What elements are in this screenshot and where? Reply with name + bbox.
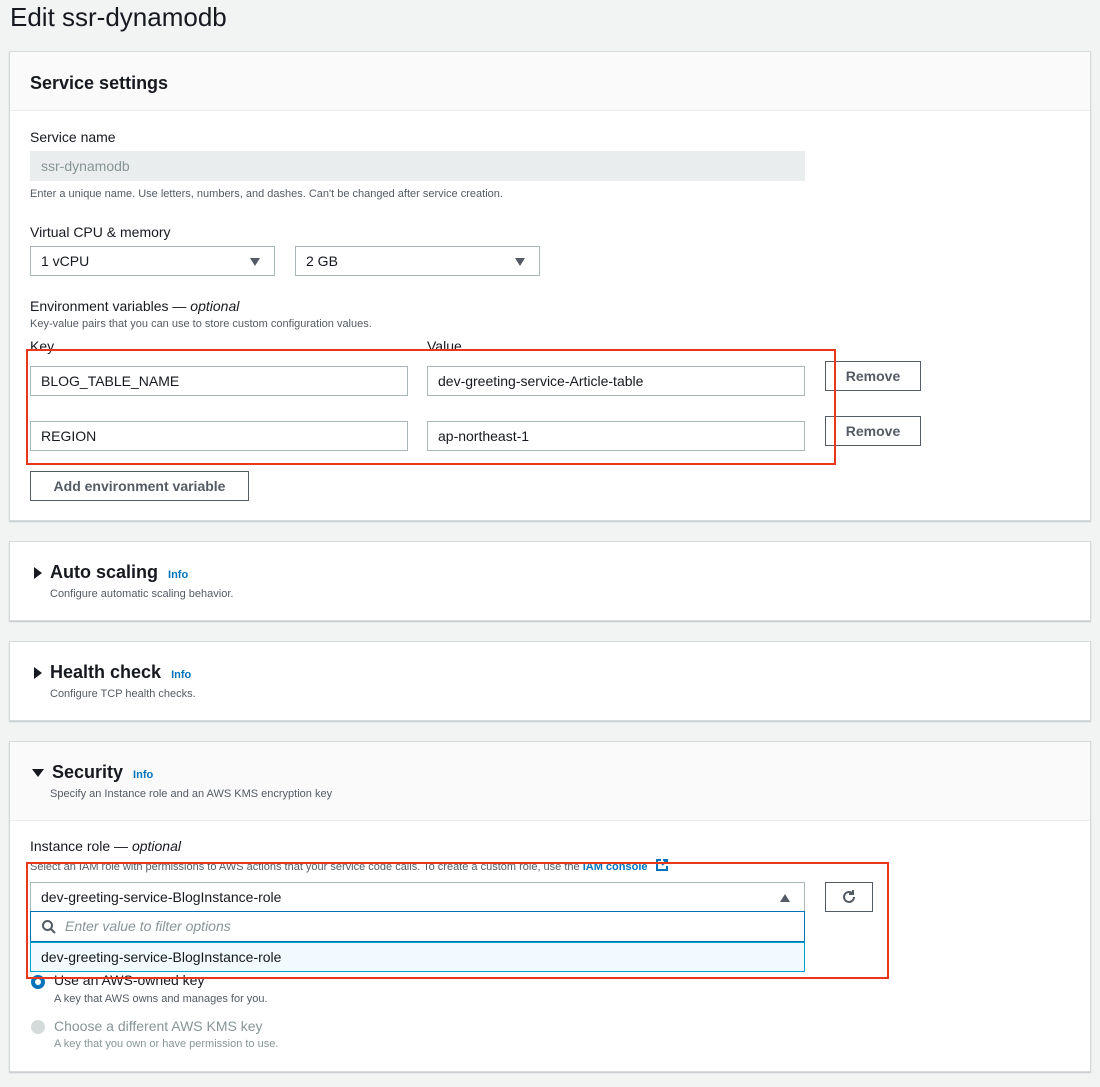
remove-button-1[interactable]: Remove (825, 361, 921, 391)
page-title: Edit ssr-dynamodb (10, 2, 227, 32)
caret-down-icon (250, 258, 260, 266)
annotation-box-env (26, 349, 836, 465)
cpu-select-value: 1 vCPU (41, 253, 90, 269)
health-check-info-link[interactable]: Info (171, 669, 191, 681)
env-label-text: Environment variables (30, 298, 169, 314)
kms-option2-desc: A key that you own or have permission to… (54, 1038, 279, 1050)
instance-role-label-optional: optional (131, 838, 181, 854)
service-settings-header: Service settings (10, 52, 1090, 111)
caret-down-icon (32, 768, 44, 777)
health-check-heading: Health check (50, 662, 162, 682)
caret-down-icon (515, 258, 525, 266)
service-name-label: Service name (30, 129, 116, 145)
env-label: Environment variables — optional (30, 298, 240, 314)
security-info-link[interactable]: Info (133, 769, 153, 781)
auto-scaling-panel[interactable]: Auto scaling Info Configure automatic sc… (9, 541, 1091, 621)
caret-right-icon (34, 566, 42, 579)
kms-radio-custom[interactable] (31, 1020, 45, 1034)
instance-role-label-text: Instance role (30, 838, 111, 854)
env-description: Key-value pairs that you can use to stor… (30, 318, 372, 330)
env-label-optional: optional (190, 298, 240, 314)
service-name-description: Enter a unique name. Use letters, number… (30, 188, 503, 200)
remove-button-2[interactable]: Remove (825, 416, 921, 446)
health-check-description: Configure TCP health checks. (50, 688, 196, 700)
auto-scaling-description: Configure automatic scaling behavior. (50, 588, 234, 600)
memory-select-value: 2 GB (306, 253, 338, 269)
instance-role-label: Instance role — optional (30, 838, 181, 854)
cpu-select[interactable]: 1 vCPU (30, 246, 275, 276)
kms-option1-desc: A key that AWS owns and manages for you. (54, 993, 268, 1005)
auto-scaling-title[interactable]: Auto scaling Info (34, 562, 188, 583)
annotation-box-role (26, 862, 889, 979)
health-check-title[interactable]: Health check Info (34, 662, 191, 683)
security-title[interactable]: Security Info (32, 762, 153, 783)
cpu-memory-label: Virtual CPU & memory (30, 224, 171, 240)
auto-scaling-info-link[interactable]: Info (168, 569, 188, 581)
memory-select[interactable]: 2 GB (295, 246, 540, 276)
health-check-panel[interactable]: Health check Info Configure TCP health c… (9, 641, 1091, 721)
security-heading: Security (52, 762, 124, 782)
security-description: Specify an Instance role and an AWS KMS … (50, 788, 333, 800)
caret-right-icon (34, 666, 42, 679)
security-header: Security Info Specify an Instance role a… (10, 742, 1090, 821)
kms-option2-label: Choose a different AWS KMS key (54, 1018, 263, 1034)
add-env-variable-button[interactable]: Add environment variable (30, 471, 249, 501)
service-settings-heading: Service settings (30, 73, 169, 93)
service-name-input[interactable]: ssr-dynamodb (30, 151, 805, 181)
auto-scaling-heading: Auto scaling (50, 562, 159, 582)
